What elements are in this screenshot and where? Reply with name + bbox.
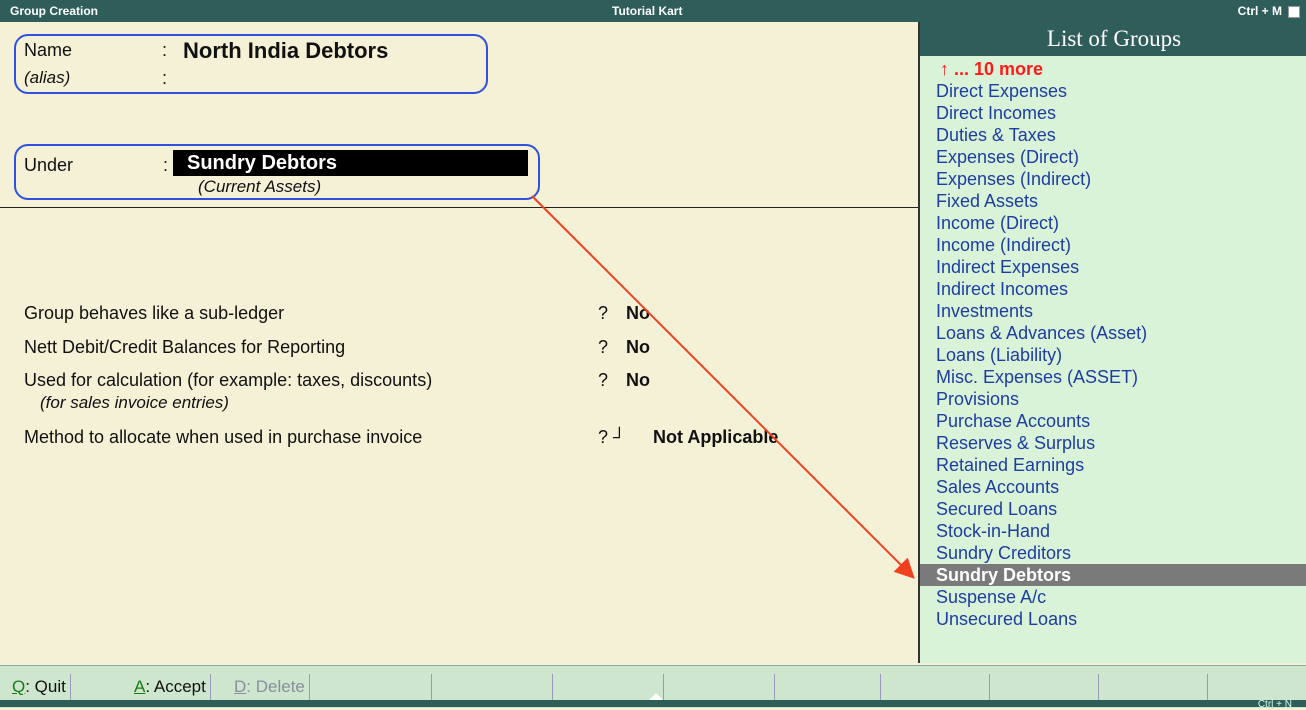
quit-label: : Quit [25, 677, 66, 696]
list-item[interactable]: Retained Earnings [936, 454, 1306, 476]
under-parent-group: (Current Assets) [198, 177, 322, 196]
list-item[interactable]: Indirect Incomes [936, 278, 1306, 300]
list-item[interactable]: Indirect Expenses [936, 256, 1306, 278]
window-icon[interactable] [1288, 6, 1300, 18]
list-item-selected[interactable]: Sundry Debtors [920, 564, 1306, 586]
list-item[interactable]: Income (Direct) [936, 212, 1306, 234]
calculation-value[interactable]: No [626, 370, 650, 391]
question-mark: ? [598, 303, 609, 323]
subledger-value[interactable]: No [626, 303, 650, 324]
question-label: Used for calculation (for example: taxes… [24, 370, 433, 390]
company-name: Tutorial Kart [612, 4, 683, 18]
empty-button-slot [336, 674, 432, 700]
caret-up-icon [649, 693, 663, 700]
alias-label: (alias) [24, 68, 71, 87]
list-item[interactable]: Expenses (Direct) [936, 146, 1306, 168]
empty-button-slot [432, 674, 553, 700]
question-mark: ? [598, 337, 609, 357]
empty-button-slot [1099, 674, 1208, 700]
list-item[interactable]: Sundry Creditors [936, 542, 1306, 564]
group-list: Direct Expenses Direct Incomes Duties & Ta… [920, 80, 1306, 630]
list-of-groups-panel: List of Groups ↑ ... 10 more Direct Expe… [918, 22, 1306, 663]
question-sublabel: (for sales invoice entries) [40, 393, 229, 412]
list-item[interactable]: Direct Incomes [936, 102, 1306, 124]
divider [0, 207, 918, 208]
question-mark: ? ┘ [598, 427, 626, 447]
quit-key: Q [12, 677, 26, 696]
empty-button-slot [775, 674, 881, 700]
list-title: List of Groups [920, 22, 1306, 56]
shortcut-hint: Ctrl + M [1237, 4, 1282, 18]
list-item[interactable]: Suspense A/c [936, 586, 1306, 608]
nett-balance-value[interactable]: No [626, 337, 650, 358]
list-item[interactable]: Provisions [936, 388, 1306, 410]
title-bar: Group Creation Tutorial Kart Ctrl + M [0, 0, 1306, 22]
name-field[interactable]: North India Debtors [183, 38, 388, 64]
list-item[interactable]: Reserves & Surplus [936, 432, 1306, 454]
question-label: Group behaves like a sub-ledger [24, 303, 285, 323]
accept-button[interactable]: A: Accept [130, 674, 211, 700]
question-label: Nett Debit/Credit Balances for Reporting [24, 337, 346, 357]
alias-separator: : [162, 68, 168, 88]
quit-button[interactable]: Q: Quit [8, 674, 71, 700]
list-item[interactable]: Secured Loans [936, 498, 1306, 520]
list-item[interactable]: Expenses (Indirect) [936, 168, 1306, 190]
allocation-method-value[interactable]: Not Applicable [653, 427, 778, 448]
list-item[interactable]: Fixed Assets [936, 190, 1306, 212]
empty-button-slot [553, 674, 664, 700]
list-item[interactable]: Unsecured Loans [936, 608, 1306, 630]
list-item[interactable]: Direct Expenses [936, 80, 1306, 102]
list-item[interactable]: Income (Indirect) [936, 234, 1306, 256]
under-separator: : [163, 155, 169, 175]
under-field[interactable]: Sundry Debtors [173, 150, 528, 176]
list-item[interactable]: Investments [936, 300, 1306, 322]
screen-title: Group Creation [10, 4, 99, 18]
name-separator: : [162, 40, 168, 60]
under-label: Under [24, 155, 74, 175]
list-item[interactable]: Stock-in-Hand [936, 520, 1306, 542]
question-label: Method to allocate when used in purchase… [24, 427, 423, 447]
list-item[interactable]: Loans (Liability) [936, 344, 1306, 366]
question-mark: ? [598, 370, 609, 390]
list-item[interactable]: Purchase Accounts [936, 410, 1306, 432]
empty-button-slot [990, 674, 1099, 700]
list-item[interactable]: Loans & Advances (Asset) [936, 322, 1306, 344]
shortcut-hint-bottom: Ctrl + N [1257, 699, 1292, 710]
delete-key: D [234, 677, 247, 696]
empty-button-slot [881, 674, 990, 700]
name-label: Name [24, 40, 73, 60]
status-stripe [0, 700, 1306, 707]
accept-label: : Accept [145, 677, 206, 696]
list-item[interactable]: Sales Accounts [936, 476, 1306, 498]
delete-button: D: Delete [230, 674, 310, 700]
accept-key: A [134, 677, 146, 696]
list-item[interactable]: Misc. Expenses (ASSET) [936, 366, 1306, 388]
list-item[interactable]: Duties & Taxes [936, 124, 1306, 146]
more-items-indicator[interactable]: ↑ ... 10 more [940, 59, 1043, 80]
delete-label: : Delete [246, 677, 305, 696]
empty-button-slot [664, 674, 775, 700]
